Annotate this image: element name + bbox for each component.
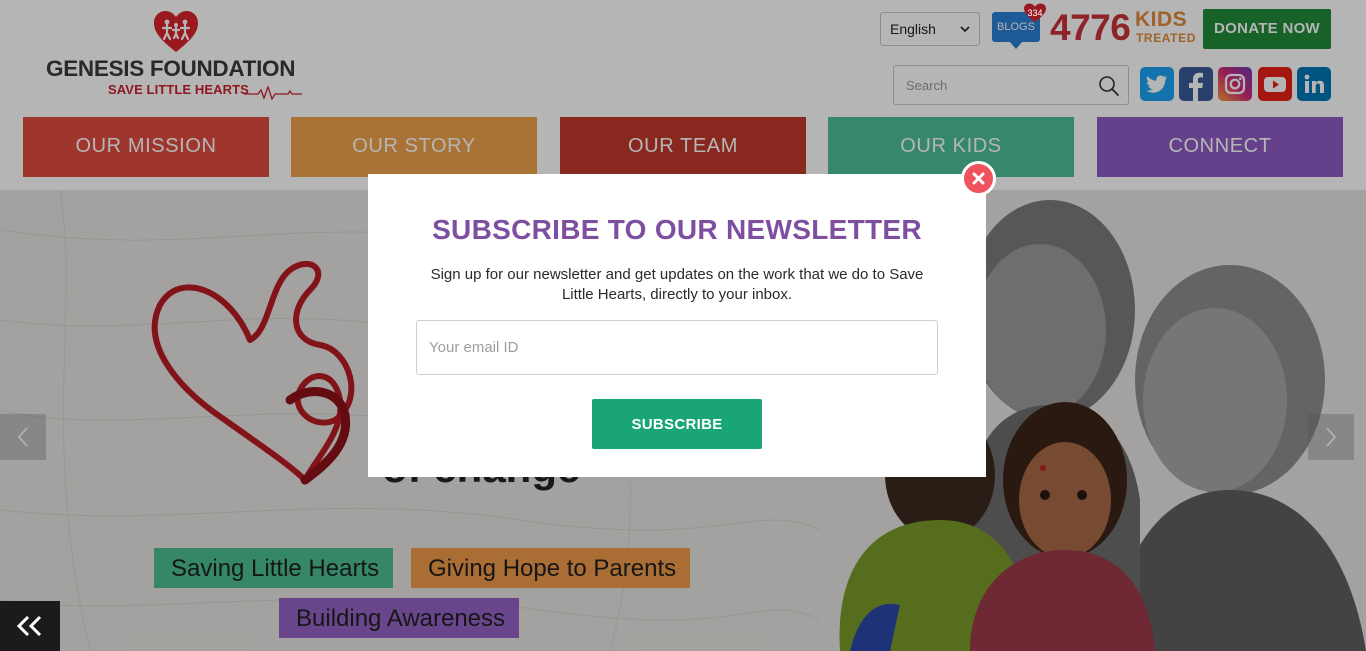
email-field[interactable] bbox=[416, 320, 938, 375]
modal-close-button[interactable] bbox=[961, 161, 996, 196]
sidebar-toggle-button[interactable] bbox=[0, 601, 60, 651]
subscribe-button[interactable]: SUBSCRIBE bbox=[592, 399, 762, 449]
double-chevron-left-icon bbox=[16, 615, 42, 637]
modal-description: Sign up for our newsletter and get updat… bbox=[430, 266, 924, 303]
modal-title: SUBSCRIBE TO OUR NEWSLETTER bbox=[432, 214, 922, 245]
blogs-count: 334 bbox=[1027, 8, 1043, 18]
close-icon bbox=[972, 172, 985, 185]
newsletter-modal: SUBSCRIBE TO OUR NEWSLETTER Sign up for … bbox=[368, 174, 986, 477]
